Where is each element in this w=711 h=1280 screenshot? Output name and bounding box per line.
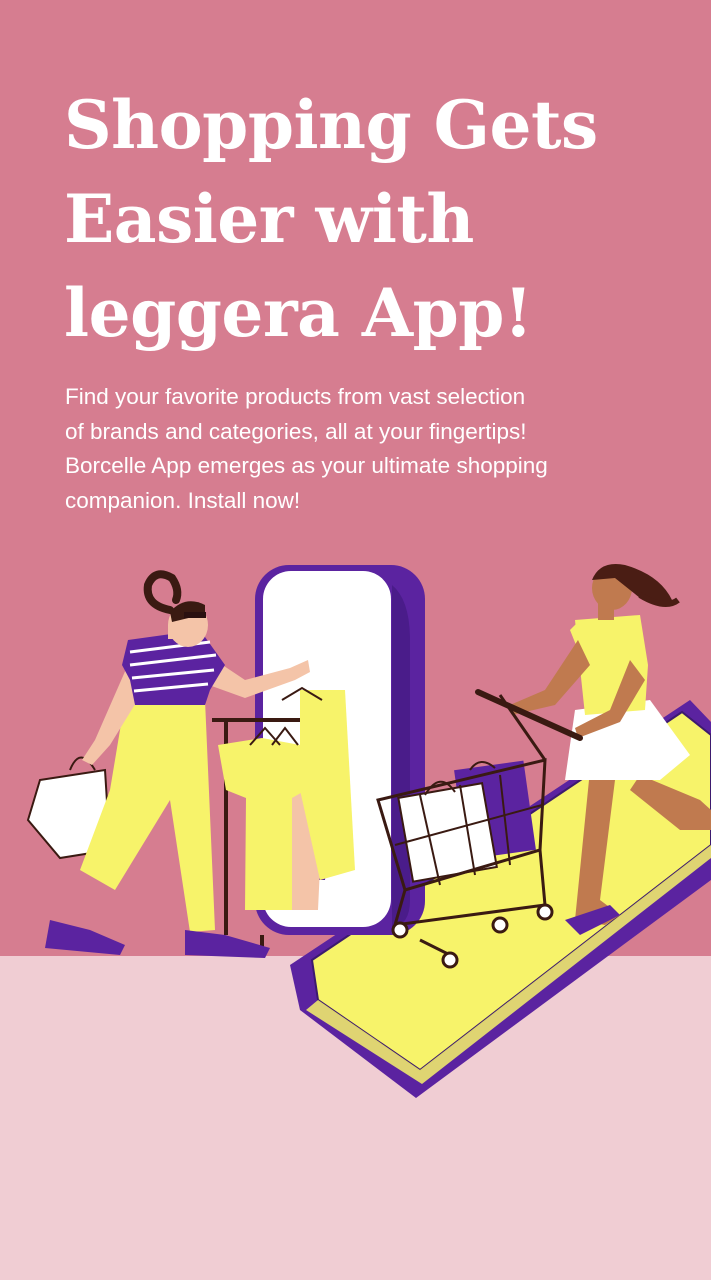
shopping-illustration	[26, 564, 711, 1098]
description-line-1: Find your favorite products from vast se…	[65, 384, 526, 409]
description-line-3: Borcelle App emerges as your ultimate sh…	[65, 453, 548, 478]
headline-line-3: leggera App!	[64, 274, 533, 352]
description-line-2: of brands and categories, all at your fi…	[65, 418, 527, 444]
headline-line-2: Easier with	[64, 180, 474, 258]
headline-line-1: Shopping Gets	[64, 86, 598, 164]
description: Find your favorite products from vast se…	[65, 380, 665, 518]
description-line-4: companion. Install now!	[65, 487, 301, 513]
headline: Shopping Gets Easier with leggera App!	[64, 78, 684, 360]
